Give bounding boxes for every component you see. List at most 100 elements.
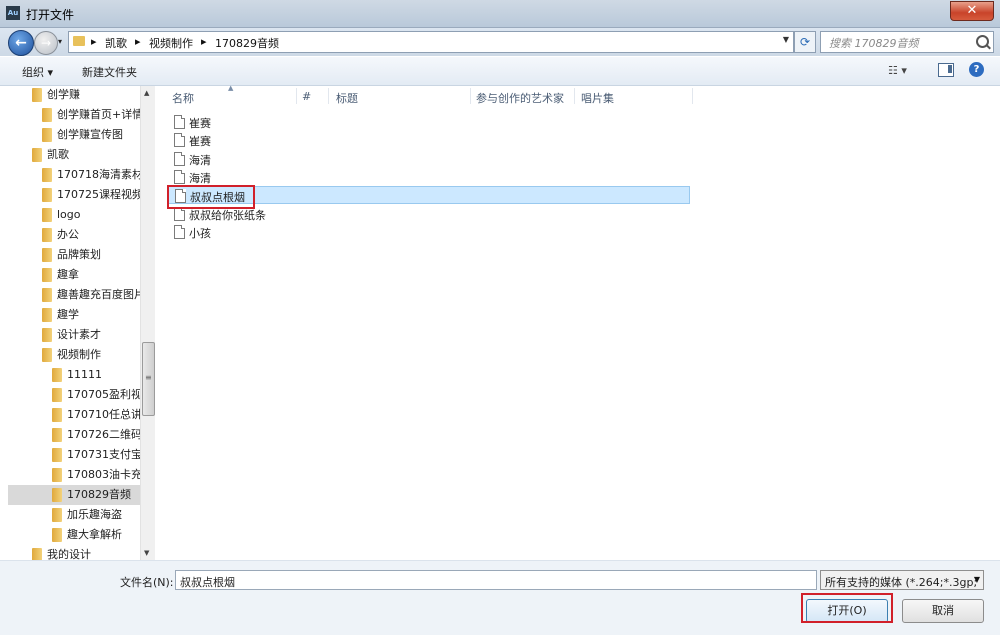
tree-item[interactable]: 品牌策划 [8,245,140,265]
tree-item-label: 11111 [67,368,102,381]
tree-item-label: 创学赚首页+详情 [57,108,144,121]
back-button[interactable]: ← [8,30,34,56]
column-header-title[interactable]: 标题 [336,90,358,106]
folder-icon [73,36,85,46]
folder-icon [32,88,42,102]
column-header-name[interactable]: 名称 [172,90,194,106]
dialog-footer: 文件名(N): 叔叔点根烟 所有支持的媒体 (*.264;*.3gp; ▼ 打开… [0,560,1000,635]
close-button[interactable]: ✕ [950,1,994,21]
scroll-thumb[interactable]: ≡ [142,342,155,416]
column-header-track[interactable]: # [302,90,311,103]
window-title: 打开文件 [26,8,75,22]
file-icon [174,224,185,239]
new-folder-button[interactable]: 新建文件夹 [82,64,137,80]
breadcrumb-separator[interactable]: ▸ [91,35,97,48]
folder-icon [42,308,52,322]
tree-item[interactable]: 视频制作 [8,345,140,365]
folder-icon [52,408,62,422]
column-divider[interactable] [574,88,575,104]
column-header-album[interactable]: 唱片集 [581,90,614,106]
open-highlight-annotation [801,593,893,623]
breadcrumb-separator[interactable]: ▸ [201,35,207,48]
navigation-pane[interactable]: 创学赚创学赚首页+详情创学赚宣传图 凯歌 170718海清素材 170725课程视频 l… [8,86,155,560]
breadcrumb-item[interactable]: 凯歌 [105,35,127,51]
nav-scrollbar[interactable]: ▲ ≡ ▼ [140,86,155,560]
tree-item[interactable]: 趣善趣充百度图片 [8,285,145,305]
help-icon[interactable]: ? [969,62,984,77]
file-row[interactable]: 崔赛 [168,131,688,149]
recent-locations-dropdown[interactable]: ▾ [58,37,62,46]
sort-ascending-icon: ▲ [228,84,234,92]
tree-item[interactable]: 170731支付宝 [8,445,142,465]
scroll-down-icon[interactable]: ▼ [144,549,149,557]
file-name: 海清 [189,153,211,167]
tree-item-label: 创学赚 [47,88,80,101]
tree-item-label: 170725课程视频 [57,188,143,201]
tree-item-label: 趣学 [57,308,79,321]
tree-item[interactable]: 加乐趣海盗 [8,505,140,525]
column-divider[interactable] [692,88,693,104]
folder-icon [42,208,52,222]
tree-item[interactable]: 设计素才 [8,325,140,345]
address-bar[interactable]: ▸ 凯歌 ▸ 视频制作 ▸ 170829音频 ▼ [68,31,794,53]
tree-item[interactable]: 我的设计 [8,545,140,560]
breadcrumb-item[interactable]: 视频制作 [149,35,193,51]
folder-icon [42,288,52,302]
file-icon [174,115,185,129]
breadcrumb-separator[interactable]: ▸ [135,35,141,48]
scroll-up-icon[interactable]: ▲ [144,89,149,97]
file-row[interactable]: 小孩 [168,223,688,241]
tree-item[interactable]: 趣学 [8,305,140,325]
folder-icon [52,388,62,402]
tree-item[interactable]: 170710任总讲话 [8,405,153,425]
file-row[interactable]: 崔赛 [168,113,688,131]
tree-item[interactable]: 170718海清素材 [8,165,143,185]
tree-item[interactable]: 创学赚宣传图 [8,125,140,145]
tree-item[interactable]: 170803油卡充值 [8,465,153,485]
tree-item[interactable]: 11111 [8,365,140,385]
tree-item[interactable]: 趣拿 [8,265,140,285]
column-divider[interactable] [470,88,471,104]
preview-pane-icon[interactable] [938,63,954,77]
organize-button[interactable]: 组织 ▾ [22,64,53,80]
tree-item-label: 170731支付宝 [67,448,142,461]
folder-icon [42,268,52,282]
change-view-icon[interactable]: ☷ ▾ [888,64,907,77]
filename-label: 文件名(N): [120,576,174,589]
tree-item-label: logo [57,208,81,221]
tree-item-label: 趣拿 [57,268,79,281]
filename-input[interactable]: 叔叔点根烟 [175,570,817,590]
tree-item[interactable]: 170829音频 [8,485,140,505]
tree-item-label: 办公 [57,228,79,241]
file-row[interactable]: 海清 [168,150,688,168]
forward-button[interactable]: → [34,31,58,55]
file-icon [174,151,185,166]
file-row[interactable]: 海清 [168,168,688,186]
grip-icon: ≡ [145,373,152,382]
column-divider[interactable] [296,88,297,104]
tree-item[interactable]: 凯歌 [8,145,140,165]
tree-item[interactable]: 办公 [8,225,140,245]
filetype-select[interactable]: 所有支持的媒体 (*.264;*.3gp; ▼ [820,570,984,590]
tree-item-label: 视频制作 [57,348,101,361]
address-dropdown-icon[interactable]: ▼ [783,35,789,44]
column-header-artist[interactable]: 参与创作的艺术家 [476,90,564,106]
tree-item[interactable]: 创学赚 [8,86,140,105]
search-input[interactable]: 搜索 170829音频 [820,31,994,53]
file-icon [174,169,185,184]
tree-item[interactable]: 170726二维码 [8,425,142,445]
tree-item[interactable]: logo [8,205,140,225]
tree-item[interactable]: 趣大拿解析 [8,525,140,545]
refresh-button[interactable]: ⟳ [794,31,816,53]
column-divider[interactable] [328,88,329,104]
filetype-value: 所有支持的媒体 (*.264;*.3gp; [825,576,978,589]
tree-item[interactable]: 170725课程视频 [8,185,143,205]
breadcrumb-item[interactable]: 170829音频 [215,35,279,51]
tree-item-label: 品牌策划 [57,248,101,261]
tree-item[interactable]: 创学赚首页+详情 [8,105,144,125]
folder-icon [42,168,52,182]
tree-item[interactable]: 170705盈利视频 [8,385,153,405]
folder-icon [52,528,62,542]
cancel-button[interactable]: 取消 [902,599,984,623]
file-list-pane[interactable]: 名称 ▲ # 标题 参与创作的艺术家 唱片集 崔赛 崔赛 海清 海清 叔叔点根烟 叔叔给你… [160,84,1000,560]
